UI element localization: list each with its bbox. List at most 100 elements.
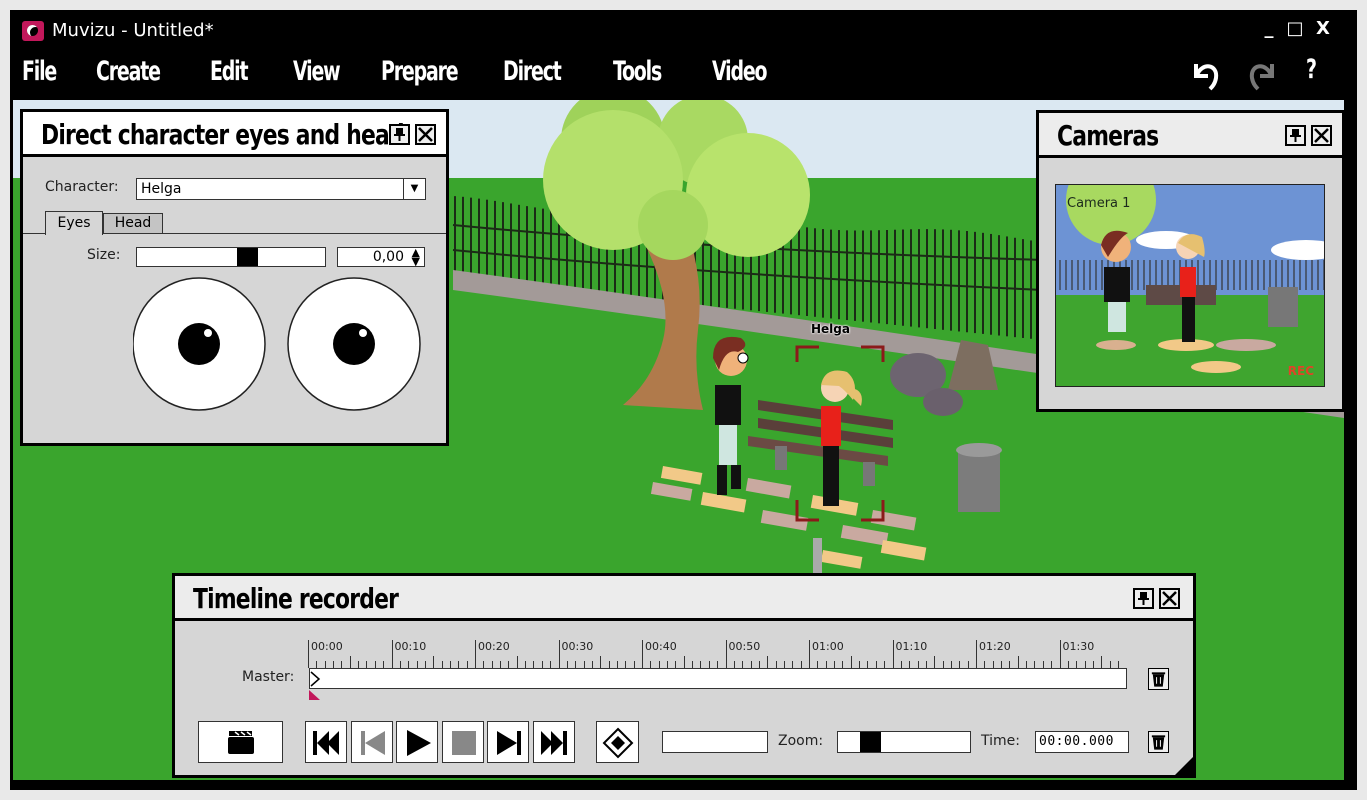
- ruler-minor-tick: [616, 661, 618, 668]
- ruler-minor-tick: [1084, 661, 1086, 668]
- ruler-minor-tick: [834, 661, 836, 668]
- menu-tools[interactable]: Tools: [613, 56, 662, 87]
- camera-preview-image: [1056, 185, 1324, 386]
- ruler-minor-tick: [859, 661, 861, 668]
- pin-icon: [1138, 592, 1149, 605]
- delete-keyframe-button[interactable]: [1148, 731, 1169, 753]
- size-spinbox[interactable]: 0,00 ▲ ▼: [337, 247, 425, 267]
- ruler-minor-tick: [1051, 661, 1053, 668]
- ruler-minor-tick: [650, 661, 652, 668]
- time-input[interactable]: 00:00.000: [1035, 731, 1129, 753]
- size-slider-thumb[interactable]: [237, 248, 258, 266]
- pin-button[interactable]: [1285, 125, 1306, 146]
- ruler-minor-tick: [850, 656, 852, 668]
- playhead-marker[interactable]: [309, 690, 321, 700]
- close-button[interactable]: X: [1312, 18, 1334, 39]
- stop-button[interactable]: [441, 721, 484, 763]
- minimize-button[interactable]: _: [1258, 18, 1280, 39]
- camera-preview[interactable]: Camera 1 REC: [1055, 184, 1325, 387]
- menu-view[interactable]: View: [293, 56, 341, 87]
- pin-icon: [394, 128, 405, 141]
- ruler-minor-tick: [399, 661, 401, 668]
- menu-direct[interactable]: Direct: [503, 56, 562, 87]
- zoom-slider[interactable]: [837, 731, 971, 753]
- spin-arrows-icon[interactable]: ▲ ▼: [412, 247, 420, 267]
- add-keyframe-button[interactable]: [596, 721, 639, 763]
- menu-create[interactable]: Create: [96, 56, 161, 87]
- tab-eyes[interactable]: Eyes: [45, 211, 103, 235]
- size-slider[interactable]: [136, 247, 326, 267]
- go-to-end-button[interactable]: [532, 721, 575, 763]
- step-back-icon: [360, 731, 385, 755]
- close-icon: [1162, 591, 1177, 606]
- tab-head[interactable]: Head: [103, 213, 163, 233]
- menu-bar: File Create Edit View Prepare Direct Too…: [10, 56, 1357, 96]
- panel-close-button[interactable]: [415, 124, 436, 145]
- ruler-minor-tick: [566, 661, 568, 668]
- panel-close-button[interactable]: [1159, 588, 1180, 609]
- panel-close-button[interactable]: [1311, 125, 1332, 146]
- ruler-minor-tick: [675, 661, 677, 668]
- pin-icon: [1290, 129, 1301, 142]
- ruler-minor-tick: [441, 661, 443, 668]
- keyframe-diamond-icon: [602, 727, 634, 759]
- cameras-panel-header[interactable]: Cameras: [1039, 113, 1342, 158]
- master-label: Master:: [242, 669, 295, 685]
- ruler-minor-tick: [875, 661, 877, 668]
- chevron-down-icon[interactable]: ▼: [403, 179, 425, 199]
- ruler-minor-tick: [700, 661, 702, 668]
- redo-icon[interactable]: [1242, 54, 1282, 94]
- undo-icon[interactable]: [1186, 54, 1226, 94]
- ruler-label: 00:20: [478, 640, 510, 653]
- go-to-start-button[interactable]: [305, 721, 347, 763]
- zoom-slider-thumb[interactable]: [860, 732, 881, 752]
- delete-track-button[interactable]: [1148, 668, 1169, 690]
- keyframe-start-marker[interactable]: [310, 671, 322, 687]
- character-select[interactable]: Helga ▼: [136, 178, 426, 200]
- ruler-minor-tick: [333, 661, 335, 668]
- ruler-minor-tick: [449, 661, 451, 668]
- timeline-ruler[interactable]: 00:00 00:10 00:20 00:30 00:40 00:50 01:00 01:10…: [308, 640, 1128, 670]
- ruler-minor-tick: [458, 661, 460, 668]
- ruler-major-tick: [642, 640, 643, 668]
- ruler-label: 01:30: [1062, 640, 1095, 653]
- ruler-minor-tick: [591, 661, 593, 668]
- ruler-minor-tick: [583, 661, 585, 668]
- ruler-minor-tick: [550, 661, 552, 668]
- play-icon: [407, 730, 431, 756]
- eyes-preview[interactable]: [133, 277, 425, 412]
- ruler-minor-tick: [349, 656, 351, 668]
- menu-file[interactable]: File: [22, 56, 57, 87]
- timeline-name-field[interactable]: [662, 731, 768, 753]
- ruler-minor-tick: [1092, 661, 1094, 668]
- ruler-minor-tick: [800, 661, 802, 668]
- help-button[interactable]: ?: [1306, 54, 1317, 85]
- step-forward-button[interactable]: [487, 721, 529, 763]
- ruler-minor-tick: [992, 661, 994, 668]
- ruler-minor-tick: [1109, 661, 1111, 668]
- ruler-minor-tick: [491, 661, 493, 668]
- maximize-button[interactable]: □: [1284, 18, 1306, 39]
- app-window: Muvizu - Untitled* _ □ X File Create Edi…: [10, 10, 1357, 790]
- eyes-head-panel-header[interactable]: Direct character eyes and head: [23, 112, 446, 157]
- step-back-button[interactable]: [350, 721, 393, 763]
- ruler-minor-tick: [424, 661, 426, 668]
- master-track[interactable]: [309, 668, 1127, 689]
- ruler-minor-tick: [374, 661, 376, 668]
- ruler-minor-tick: [1001, 661, 1003, 668]
- ruler-minor-tick: [717, 661, 719, 668]
- record-clip-button[interactable]: [198, 721, 283, 763]
- ruler-minor-tick: [867, 661, 869, 668]
- menu-video[interactable]: Video: [712, 56, 768, 87]
- ruler-minor-tick: [466, 661, 468, 668]
- pin-button[interactable]: [1133, 588, 1154, 609]
- trash-icon: [1151, 735, 1166, 750]
- resize-grip-icon[interactable]: [1175, 757, 1193, 775]
- pin-button[interactable]: [389, 124, 410, 145]
- timeline-panel-header[interactable]: Timeline recorder: [175, 576, 1193, 621]
- play-button[interactable]: [396, 721, 438, 763]
- menu-edit[interactable]: Edit: [210, 56, 249, 87]
- menu-prepare[interactable]: Prepare: [381, 56, 459, 87]
- ruler-minor-tick: [667, 661, 669, 668]
- size-value: 0,00: [372, 249, 404, 265]
